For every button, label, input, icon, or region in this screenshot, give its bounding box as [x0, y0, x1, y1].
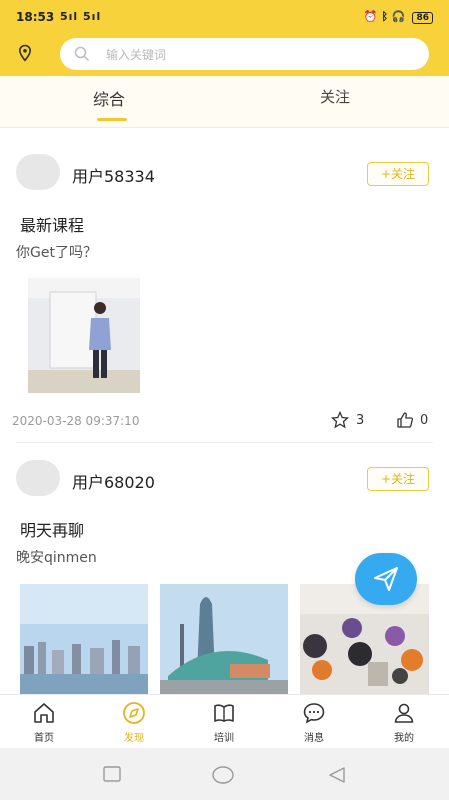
nav-label: 首页: [34, 733, 54, 744]
paper-plane-icon: [374, 567, 398, 591]
post-title: 最新课程: [20, 216, 85, 235]
nav-label: 培训: [214, 733, 234, 744]
follow-button[interactable]: +关注: [367, 162, 429, 186]
home-icon: [34, 703, 54, 723]
post-image[interactable]: [160, 584, 288, 694]
system-navigation-bar: [0, 748, 449, 800]
post-image[interactable]: [28, 278, 140, 393]
follow-button[interactable]: +关注: [367, 467, 429, 491]
app-header: 18:53 5ıl 5ıl ⏰ ᛒ 🎧 86 输入关键词: [0, 0, 449, 76]
status-bar: 18:53 5ıl 5ıl ⏰ ᛒ 🎧 86: [0, 0, 449, 34]
post-timestamp: 2020-03-28 09:37:10: [12, 414, 140, 428]
star-icon[interactable]: [331, 411, 349, 429]
book-icon: [214, 704, 234, 722]
feed-tabs: 综合 关注: [0, 76, 449, 128]
nav-training[interactable]: 培训: [194, 701, 254, 744]
avatar[interactable]: [16, 460, 60, 496]
signal-indicator: 5ıl 5ıl: [60, 10, 102, 23]
recent-apps-icon[interactable]: [103, 766, 121, 782]
search-bar[interactable]: 输入关键词: [60, 38, 429, 70]
star-count: 3: [356, 413, 365, 428]
like-count: 0: [420, 413, 429, 428]
username[interactable]: 用户58334: [72, 163, 155, 187]
nav-messages[interactable]: 消息: [284, 701, 344, 744]
nav-label: 我的: [394, 733, 414, 744]
alarm-icon: ⏰: [363, 10, 378, 23]
compass-icon: [123, 702, 145, 724]
bottom-navigation: 首页 发现 培训 消息 我的: [0, 694, 449, 748]
active-tab-indicator: [97, 118, 127, 121]
message-icon: [303, 703, 325, 724]
send-post-button[interactable]: [355, 553, 417, 605]
post-divider: [16, 442, 433, 443]
status-right: ⏰ ᛒ 🎧 86: [364, 10, 433, 24]
username[interactable]: 用户68020: [72, 469, 155, 493]
nav-profile[interactable]: 我的: [374, 701, 434, 744]
headphones-icon: 🎧: [391, 10, 406, 23]
tab-following[interactable]: 关注: [320, 86, 350, 107]
tab-comprehensive[interactable]: 综合: [93, 86, 125, 110]
battery-indicator: 86: [412, 12, 433, 24]
post-image[interactable]: [20, 584, 148, 694]
post-body: 晚安qinmen: [16, 550, 97, 566]
location-pin-icon[interactable]: [16, 44, 34, 62]
avatar[interactable]: [16, 154, 60, 190]
home-circle-icon[interactable]: [212, 766, 234, 784]
user-icon: [394, 703, 414, 723]
nav-label: 发现: [124, 733, 144, 744]
nav-home[interactable]: 首页: [14, 701, 74, 744]
post-title: 明天再聊: [20, 521, 85, 540]
thumbs-up-icon[interactable]: [396, 411, 414, 429]
bluetooth-icon: ᛒ: [381, 10, 389, 23]
status-time: 18:53: [16, 10, 55, 24]
search-input[interactable]: 输入关键词: [106, 46, 166, 63]
nav-label: 消息: [304, 733, 324, 744]
post-image[interactable]: [300, 584, 429, 694]
back-icon[interactable]: [328, 766, 346, 784]
nav-discover[interactable]: 发现: [104, 701, 164, 744]
search-icon: [74, 46, 90, 62]
post-body: 你Get了吗？: [16, 245, 97, 261]
